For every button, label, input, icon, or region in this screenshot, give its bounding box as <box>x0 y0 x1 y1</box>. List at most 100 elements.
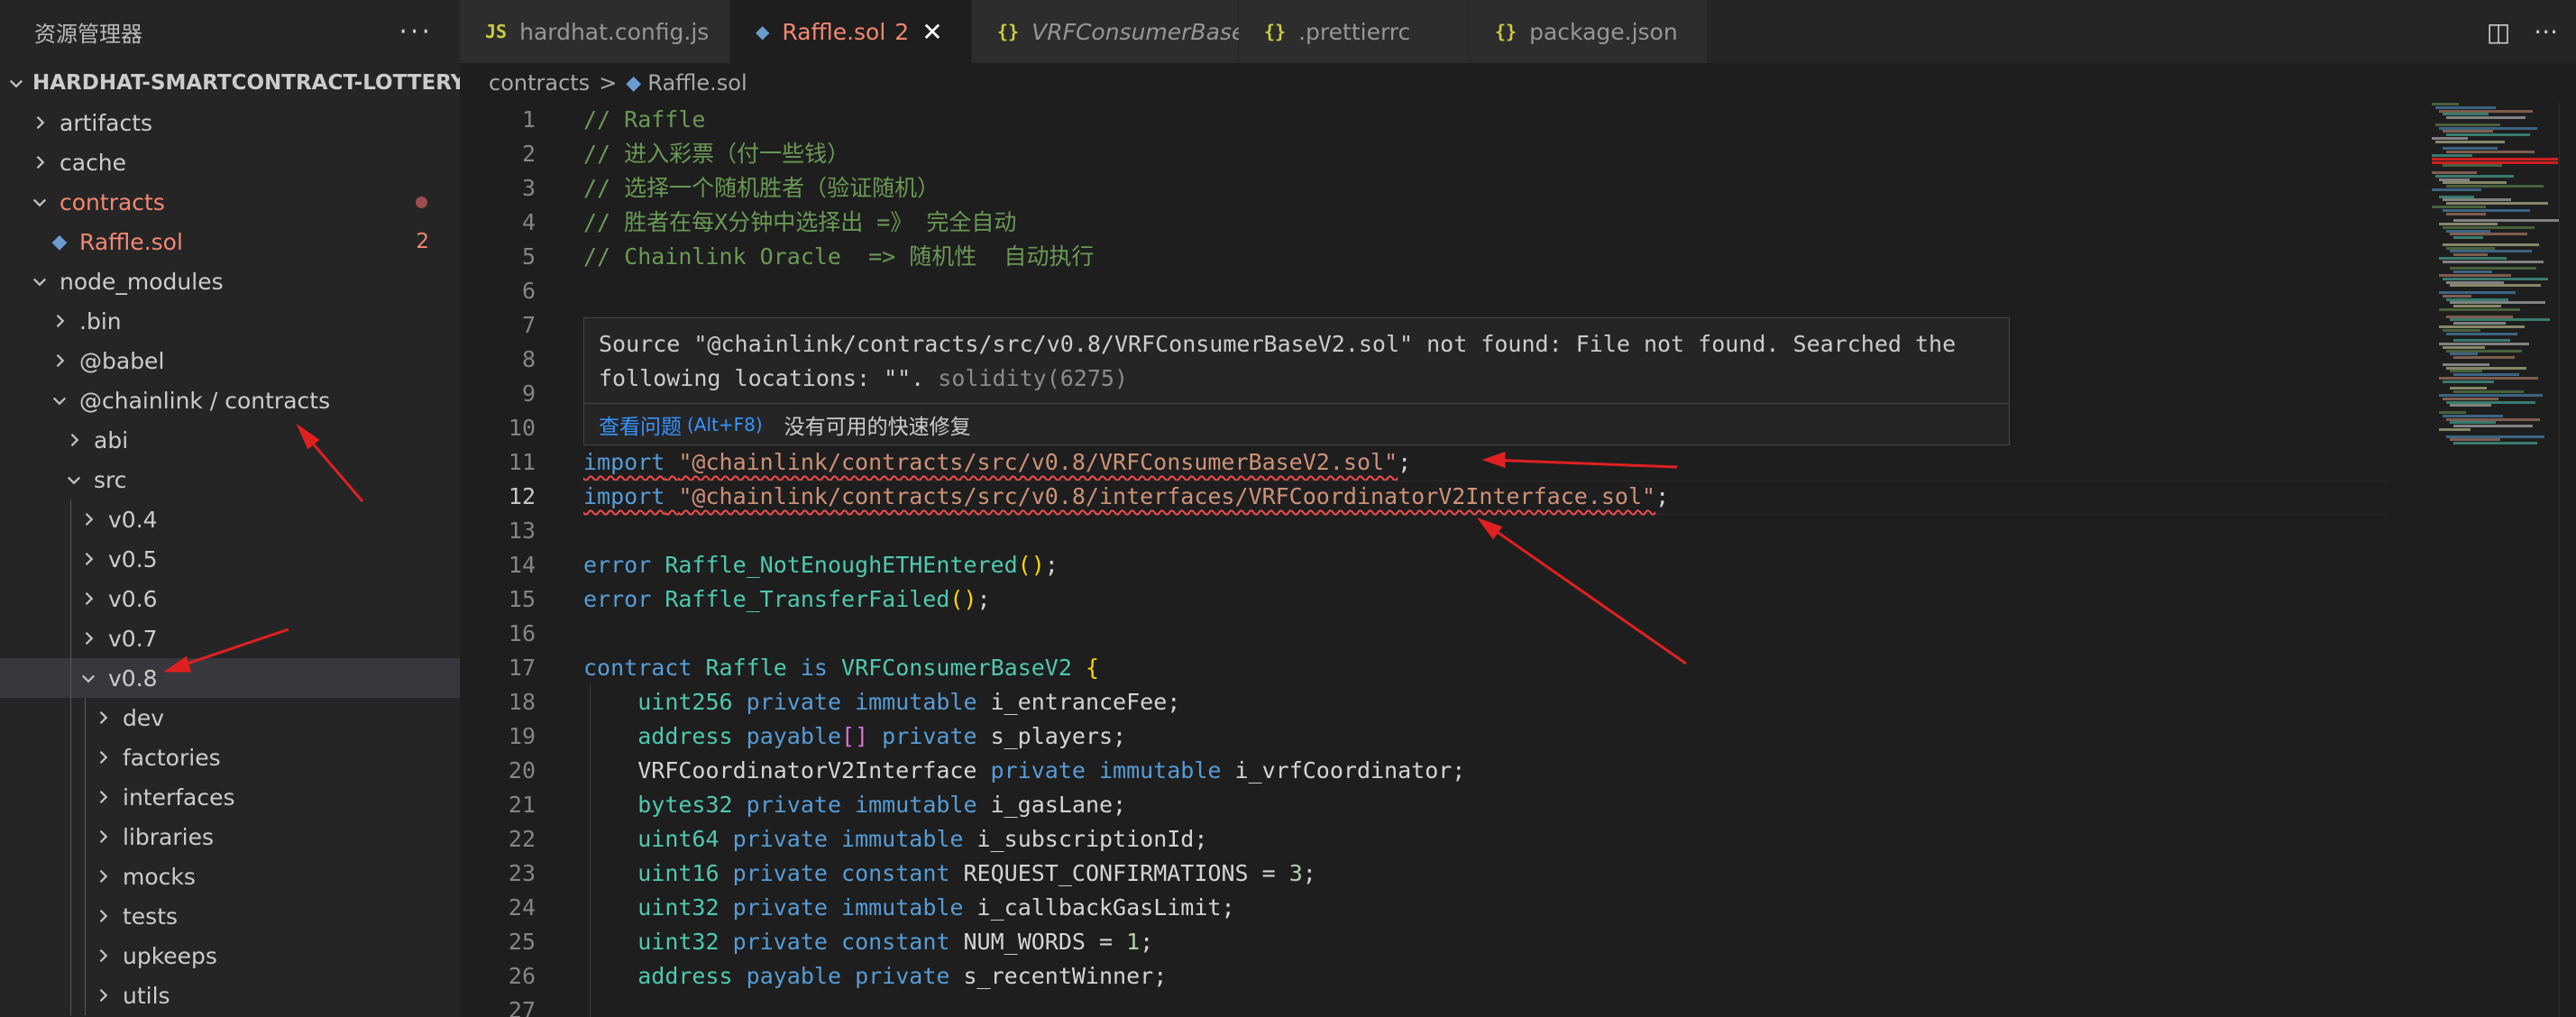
tree-item-chainlink-contracts[interactable]: @chainlink / contracts <box>0 380 460 420</box>
chevron-down-icon <box>76 669 101 687</box>
minimap-line <box>2439 343 2529 345</box>
tree-item-src[interactable]: src <box>0 460 460 499</box>
project-folder-header[interactable]: HARDHAT-SMARTCONTRACT-LOTTERY-FC... <box>0 63 460 103</box>
tab-prettierrc[interactable]: {} .prettierrc <box>1239 0 1470 63</box>
minimap[interactable] <box>2432 103 2560 445</box>
code-token: payable <box>746 963 841 989</box>
tree-item-label: @babel <box>79 347 165 374</box>
line-number: 25 <box>508 929 536 955</box>
tree-item-v0-8[interactable]: v0.8 <box>0 658 460 698</box>
chevron-down-icon <box>7 74 25 92</box>
tree-item-contracts[interactable]: contracts <box>0 182 460 222</box>
minimap-line <box>2450 387 2487 390</box>
tree-item-mocks[interactable]: mocks <box>0 857 460 896</box>
minimap-line <box>2446 280 2504 284</box>
tab-hardhat-config-js[interactable]: JS hardhat.config.js <box>460 0 730 63</box>
tree-item-label: factories <box>123 744 221 771</box>
more-actions-icon[interactable]: ··· <box>399 16 433 48</box>
code-editor[interactable]: 1 // Raffle 2 // 进入彩票（付一些钱） 3 // 选择一个随机胜者（验证随… <box>460 103 2576 1017</box>
breadcrumb-file[interactable]: Raffle.sol <box>647 70 747 96</box>
indent-guide <box>70 698 71 738</box>
minimap-line <box>2446 116 2526 120</box>
tab-package-json[interactable]: {} package.json <box>1470 0 1708 63</box>
tree-item-label: @chainlink / contracts <box>79 387 331 414</box>
tree-item-dev[interactable]: dev <box>0 698 460 738</box>
tree-item-bin[interactable]: .bin <box>0 301 460 341</box>
tree-item-abi[interactable]: abi <box>0 420 460 460</box>
tree-item-v0-5[interactable]: v0.5 <box>0 539 460 579</box>
minimap-line <box>2446 229 2490 233</box>
tree-item-label: src <box>94 466 127 493</box>
code-token: ; <box>1044 552 1059 578</box>
tree-item-v0-4[interactable]: v0.4 <box>0 499 460 539</box>
tree-item-label: v0.6 <box>108 585 158 612</box>
code-token: uint256 <box>637 689 733 715</box>
breadcrumb-folder[interactable]: contracts <box>489 70 590 96</box>
code-token: [] <box>841 723 869 749</box>
minimap-line <box>2439 257 2507 260</box>
code-line: 17 contract Raffle is VRFConsumerBaseV2 { <box>460 651 1099 685</box>
minimap-line <box>2439 178 2470 181</box>
minimap-line <box>2439 291 2516 294</box>
tab-vrfconsumerbasev2-json[interactable]: {} VRFConsumerBaseV2.json <box>972 0 1328 63</box>
code-token: s_recentWinner; <box>949 963 1168 989</box>
code-token: private <box>855 963 950 989</box>
code-line: 8 <box>460 343 536 377</box>
code-line: 13 <box>460 514 536 548</box>
tree-item-v0-6[interactable]: v0.6 <box>0 579 460 618</box>
tree-item-label: node_modules <box>60 268 224 295</box>
tree-item-label: interfaces <box>123 783 235 811</box>
close-tab-icon[interactable]: ✕ <box>921 17 942 47</box>
tree-item-v0-7[interactable]: v0.7 <box>0 618 460 658</box>
minimap-line <box>2446 349 2522 353</box>
tree-item-libraries[interactable]: libraries <box>0 817 460 857</box>
tree-item-interfaces[interactable]: interfaces <box>0 777 460 817</box>
chevron-right-icon <box>76 629 101 647</box>
tree-item-label: .bin <box>79 307 122 334</box>
minimap-line <box>2446 366 2526 370</box>
hover-actions: 查看问题 (Alt+F8) 没有可用的快速修复 <box>584 403 2009 444</box>
javascript-file-icon: JS <box>485 21 508 42</box>
tree-item-upkeeps[interactable]: upkeeps <box>0 936 460 976</box>
split-editor-icon[interactable]: ◫ <box>2487 17 2510 47</box>
line-number: 23 <box>508 860 536 886</box>
code-token: uint64 <box>637 826 720 852</box>
tree-item-node-modules[interactable]: node_modules <box>0 261 460 301</box>
solidity-file-icon: ◆ <box>756 21 770 42</box>
tab-label: package.json <box>1529 18 1678 45</box>
line-number: 9 <box>521 380 536 407</box>
minimap-line <box>2435 123 2500 126</box>
tab-label: .prettierrc <box>1298 18 1411 45</box>
code-token: i_entranceFee; <box>976 689 1181 715</box>
chevron-right-icon <box>90 867 115 885</box>
tab-raffle-sol[interactable]: ◆ Raffle.sol 2 ✕ <box>730 0 972 63</box>
minimap-line <box>2439 195 2474 198</box>
indent-guide <box>85 738 86 777</box>
tree-item-utils[interactable]: utils <box>0 976 460 1015</box>
json-file-icon: {} <box>1495 21 1517 42</box>
chevron-right-icon <box>47 312 72 330</box>
minimap-line <box>2443 414 2503 417</box>
vertical-scrollbar[interactable] <box>2559 103 2576 1017</box>
minimap-line <box>2453 425 2533 428</box>
tree-item-factories[interactable]: factories <box>0 738 460 777</box>
tree-item-babel[interactable]: @babel <box>0 341 460 380</box>
code-token: immutable <box>841 894 964 921</box>
tree-item-label: abi <box>94 426 129 454</box>
tree-item-tests[interactable]: tests <box>0 896 460 936</box>
more-actions-icon[interactable]: ··· <box>2534 17 2558 47</box>
code-token: private <box>732 860 828 886</box>
tree-item-artifacts[interactable]: artifacts <box>0 103 460 142</box>
tree-item-raffle-sol[interactable]: ◆ Raffle.sol 2 <box>0 222 460 261</box>
minimap-line <box>2439 308 2520 311</box>
code-token: // Chainlink Oracle => 随机性 自动执行 <box>583 243 1095 270</box>
view-problem-link[interactable]: 查看问题 <box>599 409 682 440</box>
minimap-line <box>2446 417 2540 421</box>
tree-item-cache[interactable]: cache <box>0 142 460 182</box>
minimap-line <box>2443 147 2498 151</box>
code-line: 14 error Raffle_NotEnoughETHEntered(); <box>460 548 1059 582</box>
solidity-file-icon: ◆ <box>51 230 68 253</box>
